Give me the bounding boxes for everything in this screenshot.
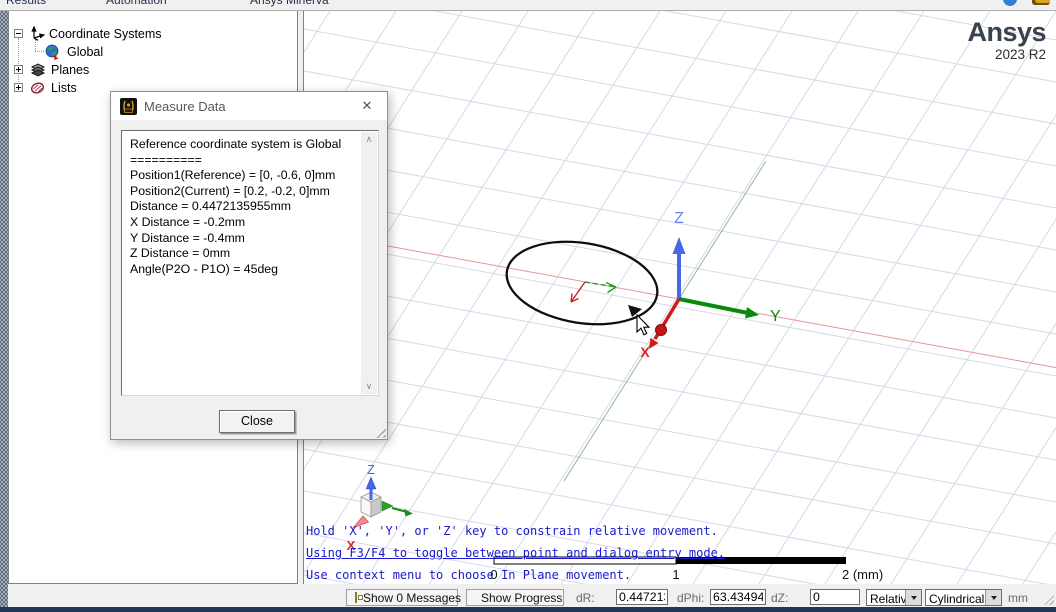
mouse-cursor-icon: [637, 315, 649, 335]
dock-strip: [0, 10, 8, 607]
dphi-label: dPhi:: [677, 591, 704, 605]
scroll-down-icon[interactable]: ∨: [361, 379, 377, 394]
toolbar-gold-icon[interactable]: [1032, 0, 1050, 5]
expander-plus-icon[interactable]: [14, 65, 23, 74]
scroll-up-icon[interactable]: ∧: [361, 132, 377, 147]
edt-app-icon: [120, 98, 137, 115]
dialog-close-icon[interactable]: ✕: [347, 92, 387, 120]
show-messages-button[interactable]: Show 0 Messages: [346, 589, 458, 606]
tree-connector: [18, 38, 19, 88]
modeler-viewport[interactable]: Z Y X: [303, 10, 1056, 584]
dz-label: dZ:: [771, 591, 788, 605]
coordinate-system-select[interactable]: Cylindrical: [925, 589, 1002, 606]
x-axis-arrow: [649, 299, 679, 349]
units-label: mm: [1008, 591, 1028, 605]
measure-line: Position1(Reference) = [0, -0.6, 0]mm: [130, 168, 353, 184]
hint-line-2: Using F3/F4 to toggle between point and …: [306, 546, 725, 560]
measure-line: Reference coordinate system is Global: [130, 137, 353, 153]
hint-line-3: Use context menu to choose In Plane move…: [306, 568, 631, 582]
measure-line: X Distance = -0.2mm: [130, 215, 353, 231]
menu-item-results[interactable]: Results: [6, 0, 46, 7]
measure-line: Position2(Current) = [0.2, -0.2, 0]mm: [130, 184, 353, 200]
ansys-logo-name: Ansys: [967, 19, 1046, 46]
measure-line: Z Distance = 0mm: [130, 246, 353, 262]
expander-plus-icon[interactable]: [14, 83, 23, 92]
tree-item-label: Lists: [51, 81, 77, 95]
messages-icon: [355, 592, 357, 603]
ruler-tick-2: 2 (mm): [842, 567, 883, 582]
statusbar-resize-grip[interactable]: [1044, 595, 1054, 605]
triad-z-label: Z: [367, 462, 375, 477]
movement-mode-select[interactable]: Relative: [866, 589, 922, 606]
measure-line: ==========: [130, 153, 353, 169]
y-axis-label: Y: [770, 308, 781, 325]
dz-input[interactable]: [810, 589, 860, 605]
measure-output-box[interactable]: Reference coordinate system is Global ==…: [121, 130, 379, 396]
dialog-title-bar[interactable]: Measure Data ✕: [111, 92, 387, 120]
menu-bar: Results Automation Ansys Minerva: [0, 0, 1056, 11]
tree-item-label: Global: [67, 45, 103, 59]
ansys-logo: Ansys 2023 R2: [967, 19, 1046, 62]
y-axis-arrow: [679, 299, 759, 319]
orientation-triad: [353, 477, 413, 528]
coordinate-system-value: Cylindrical: [929, 592, 984, 606]
show-progress-label: Show Progress: [481, 591, 562, 605]
x-axis-label: X: [640, 344, 650, 360]
coordinate-systems-icon: [30, 26, 45, 41]
dr-label: dR:: [576, 591, 595, 605]
ruler-tick-1: 1: [672, 567, 679, 582]
show-progress-button[interactable]: Show Progress: [466, 589, 564, 606]
ansys-edt-window: Results Automation Ansys Minerva Coordin…: [0, 0, 1056, 612]
status-bar: Show 0 Messages Show Progress dR: dPhi: …: [8, 588, 1056, 607]
measure-line: Angle(P2O - P1O) = 45deg: [130, 262, 353, 278]
ansys-logo-release: 2023 R2: [967, 48, 1046, 62]
menu-item-ansys-minerva[interactable]: Ansys Minerva: [250, 0, 329, 7]
tree-item-label: Coordinate Systems: [49, 27, 162, 41]
dialog-resize-grip[interactable]: [373, 425, 386, 438]
dropdown-arrow-icon: [985, 590, 1001, 605]
z-axis-arrow: [673, 237, 686, 299]
dr-input[interactable]: [616, 589, 668, 605]
tree-item-label: Planes: [51, 63, 89, 77]
globe-icon: [45, 44, 61, 60]
lists-icon: [30, 80, 46, 96]
menu-item-automation[interactable]: Automation: [106, 0, 167, 7]
measure-line: Y Distance = -0.4mm: [130, 231, 353, 247]
tree-connector: [35, 51, 44, 52]
taskbar-strip: [0, 607, 1056, 612]
z-axis-label: Z: [674, 210, 684, 227]
show-messages-label: Show 0 Messages: [363, 591, 461, 605]
close-button[interactable]: Close: [219, 410, 295, 433]
measure-line: Distance = 0.4472135955mm: [130, 199, 353, 215]
dropdown-arrow-icon: [905, 590, 921, 605]
measure-data-dialog: Measure Data ✕ Reference coordinate syst…: [110, 91, 388, 440]
dphi-input[interactable]: [710, 589, 766, 605]
dialog-title: Measure Data: [144, 99, 226, 114]
expander-minus-icon[interactable]: [14, 29, 23, 38]
scrollbar[interactable]: ∧ ∨: [361, 132, 377, 394]
origin-point: [656, 325, 667, 336]
hint-line-1: Hold 'X', 'Y', or 'Z' key to constrain r…: [306, 524, 718, 538]
planes-icon: [30, 62, 46, 78]
